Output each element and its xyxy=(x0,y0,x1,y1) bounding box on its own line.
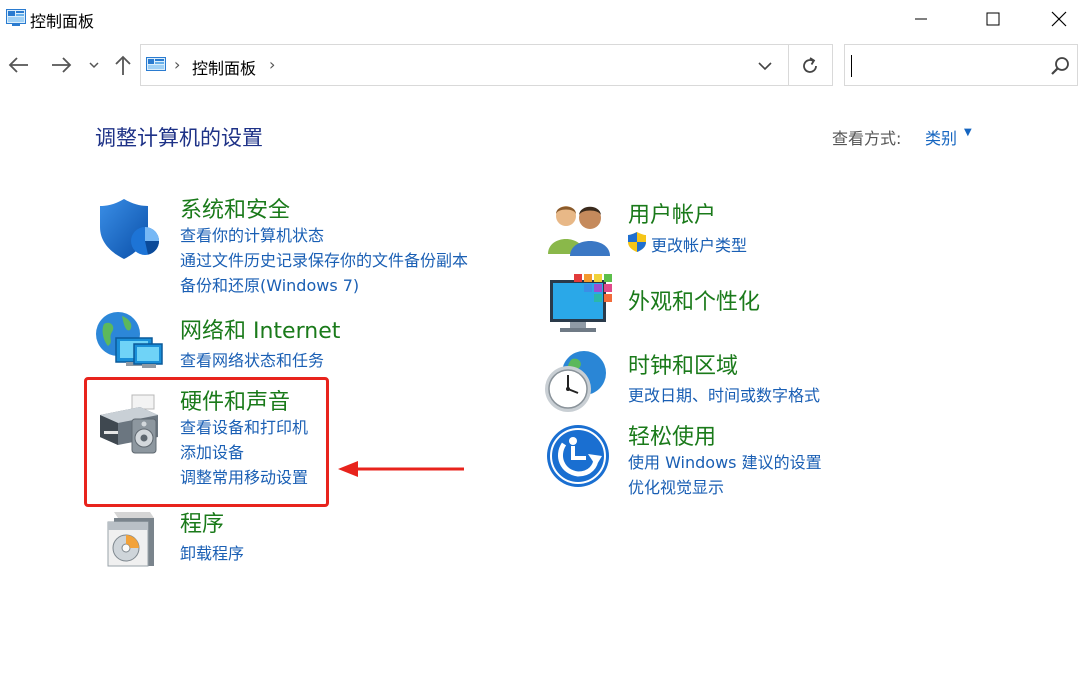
chevron-down-icon xyxy=(89,62,99,69)
clock-globe-icon[interactable] xyxy=(542,349,610,415)
title-bar: 控制面板 xyxy=(0,0,1080,38)
minimize-icon xyxy=(915,18,927,20)
breadcrumb-separator[interactable]: › xyxy=(174,55,180,74)
refresh-icon xyxy=(803,57,817,73)
category-title-programs[interactable]: 程序 xyxy=(180,506,224,538)
maximize-button[interactable] xyxy=(970,0,1016,38)
view-by-dropdown[interactable]: 类别 xyxy=(925,125,957,149)
forward-button[interactable] xyxy=(48,52,74,78)
link-optimize-visual-display[interactable]: 优化视觉显示 xyxy=(628,474,724,498)
breadcrumb-control-panel[interactable]: 控制面板 xyxy=(192,55,256,79)
close-button[interactable] xyxy=(1036,0,1080,38)
link-file-history-backup[interactable]: 通过文件历史记录保存你的文件备份副本 xyxy=(180,247,468,271)
navigation-bar: › 控制面板 › xyxy=(0,38,1080,94)
link-view-computer-status[interactable]: 查看你的计算机状态 xyxy=(180,222,324,246)
arrow-left-icon xyxy=(8,57,28,73)
uac-shield-icon xyxy=(628,232,646,252)
breadcrumb-separator[interactable]: › xyxy=(269,55,275,74)
recent-locations-button[interactable] xyxy=(86,52,102,78)
search-input[interactable] xyxy=(849,51,1039,79)
close-icon xyxy=(1051,11,1067,27)
annotation-arrow-icon xyxy=(338,461,464,477)
view-by-label: 查看方式: xyxy=(832,129,902,148)
link-uninstall-program[interactable]: 卸载程序 xyxy=(180,540,244,564)
link-windows-recommended[interactable]: 使用 Windows 建议的设置 xyxy=(628,449,822,473)
chevron-down-icon xyxy=(758,61,772,70)
refresh-button[interactable] xyxy=(796,54,824,78)
annotation-highlight-box xyxy=(84,377,329,507)
link-network-status-tasks[interactable]: 查看网络状态和任务 xyxy=(180,347,324,371)
search-icon[interactable] xyxy=(1049,55,1071,77)
display-palette-icon[interactable] xyxy=(548,272,614,336)
caret-down-icon[interactable]: ▼ xyxy=(964,127,972,138)
programs-disc-icon[interactable] xyxy=(104,510,160,568)
back-button[interactable] xyxy=(6,52,32,78)
category-title-network-internet[interactable]: 网络和 Internet xyxy=(180,313,340,345)
up-button[interactable] xyxy=(110,52,136,78)
address-dropdown-button[interactable] xyxy=(753,55,777,77)
category-title-user-accounts[interactable]: 用户帐户 xyxy=(628,197,716,229)
link-change-account-type[interactable]: 更改帐户类型 xyxy=(651,232,747,256)
link-change-date-time-format[interactable]: 更改日期、时间或数字格式 xyxy=(628,382,820,406)
category-title-ease-of-access[interactable]: 轻松使用 xyxy=(628,419,716,451)
address-divider xyxy=(788,45,789,85)
arrow-right-icon xyxy=(52,57,72,73)
category-title-appearance[interactable]: 外观和个性化 xyxy=(628,284,760,316)
category-title-clock-region[interactable]: 时钟和区域 xyxy=(628,348,738,380)
minimize-button[interactable] xyxy=(898,0,944,38)
address-bar[interactable]: › 控制面板 › xyxy=(140,44,833,86)
security-shield-icon[interactable] xyxy=(98,197,162,263)
control-panel-app-icon xyxy=(6,9,26,26)
maximize-icon xyxy=(986,12,1000,26)
window-title: 控制面板 xyxy=(30,12,95,31)
control-panel-icon xyxy=(146,57,166,71)
page-title: 调整计算机的设置 xyxy=(95,126,263,150)
link-backup-restore[interactable]: 备份和还原(Windows 7) xyxy=(180,272,359,296)
category-title-system-security[interactable]: 系统和安全 xyxy=(180,192,290,224)
search-box[interactable] xyxy=(844,44,1078,86)
network-globe-icon[interactable] xyxy=(94,310,164,372)
users-icon[interactable] xyxy=(546,200,612,256)
arrow-up-icon xyxy=(115,55,131,75)
ease-of-access-icon[interactable] xyxy=(546,424,610,488)
